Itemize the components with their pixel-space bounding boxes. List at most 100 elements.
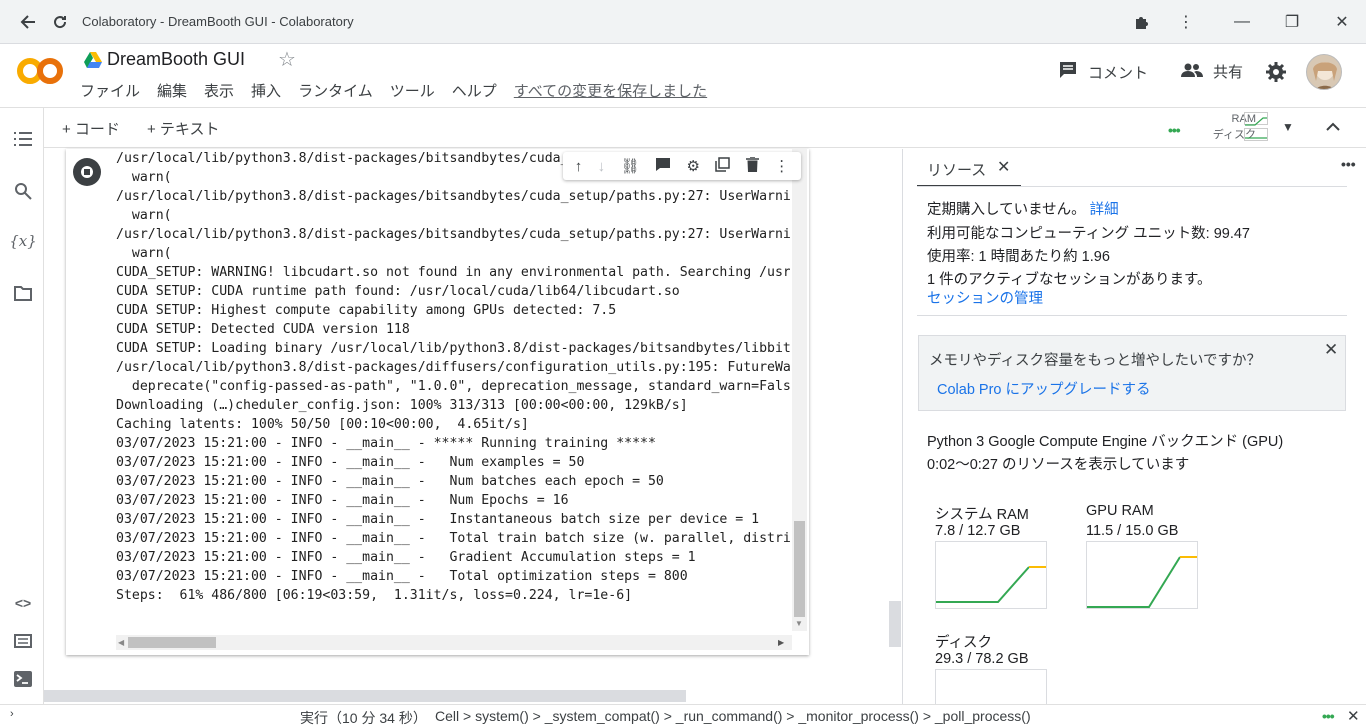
menu-edit[interactable]: 編集 — [157, 80, 187, 101]
subscription-status: 定期購入していません。 詳細 — [927, 198, 1119, 219]
output-line: Caching latents: 100% 50/50 [00:10<00:00… — [116, 417, 529, 432]
gpu-ram-label: GPU RAM — [1086, 503, 1154, 519]
time-range-info: 0:02〜0:27 のリソースを表示しています — [927, 457, 1190, 473]
output-line: 03/07/2023 15:21:00 - INFO - __main__ - … — [116, 550, 696, 565]
output-line: warn( — [116, 208, 172, 223]
notebook-title[interactable]: DreamBooth GUI — [107, 49, 245, 70]
close-tab-icon[interactable]: ✕ — [997, 157, 1010, 177]
avatar[interactable] — [1306, 54, 1342, 90]
close-window-icon[interactable]: ✕ — [1328, 8, 1356, 36]
menu-bar: ファイル 編集 表示 挿入 ランタイム ツール ヘルプ すべての変更を保存しまし… — [80, 80, 724, 101]
active-sessions: 1 件のアクティブなセッションがあります。 — [927, 272, 1212, 288]
notebook-horizontal-scroll-thumb[interactable] — [44, 690, 686, 702]
notebook-area: /usr/local/lib/python3.8/dist-packages/b… — [44, 149, 902, 704]
upgrade-banner: メモリやディスク容量をもっと増やしたいですか？ Colab Pro にアップグレ… — [918, 335, 1346, 411]
search-icon[interactable] — [12, 180, 34, 202]
call-trace: Cell > system() > _system_compat() > _ru… — [435, 708, 1031, 724]
add-code-button[interactable]: + コード — [62, 118, 120, 139]
disk-chart — [935, 669, 1047, 709]
notebook-vertical-scroll-thumb[interactable] — [889, 601, 901, 647]
star-icon[interactable]: ☆ — [278, 47, 296, 72]
window-titlebar: Colaboratory - DreamBooth GUI - Colabora… — [0, 0, 1366, 44]
delete-icon[interactable] — [745, 155, 759, 176]
reload-icon[interactable] — [46, 8, 74, 36]
restore-icon[interactable]: ❐ — [1278, 8, 1306, 36]
toc-icon[interactable] — [12, 128, 34, 150]
settings-icon[interactable] — [1266, 62, 1286, 87]
command-palette-icon[interactable] — [12, 630, 34, 652]
move-down-icon[interactable]: ↓ — [598, 158, 606, 175]
system-ram-chart — [935, 541, 1047, 609]
terminal-icon[interactable] — [12, 668, 34, 690]
comment-button[interactable]: コメント — [1058, 61, 1148, 83]
scroll-right-arrow-icon[interactable]: ▶ — [778, 638, 784, 647]
back-arrow-icon[interactable] — [14, 8, 42, 36]
output-line: Steps: 61% 486/800 [06:19<03:59, 1.31it/… — [116, 588, 633, 603]
cell-output[interactable]: /usr/local/lib/python3.8/dist-packages/b… — [116, 149, 790, 631]
add-text-button[interactable]: + テキスト — [147, 118, 219, 139]
details-link[interactable]: 詳細 — [1090, 202, 1119, 218]
collapse-header-icon[interactable] — [1325, 116, 1341, 137]
cell-settings-icon[interactable]: ⚙ — [687, 157, 700, 175]
menu-runtime[interactable]: ランタイム — [298, 80, 373, 101]
move-up-icon[interactable]: ↑ — [575, 158, 583, 175]
share-button[interactable]: 共有 — [1181, 61, 1243, 82]
output-horizontal-scrollbar[interactable]: ◀ ▶ — [116, 635, 792, 650]
window-title: Colaboratory - DreamBooth GUI - Colabora… — [82, 14, 354, 29]
resource-dropdown-icon[interactable]: ▼ — [1282, 120, 1294, 134]
menu-insert[interactable]: 挿入 — [251, 80, 281, 101]
usage-rate: 使用率: 1 時間あたり約 1.96 — [927, 249, 1110, 265]
google-drive-icon — [84, 52, 102, 73]
status-bar: › 実行（10 分 34 秒） Cell > system() > _syste… — [0, 704, 1366, 728]
manage-sessions-link[interactable]: セッションの管理 — [927, 287, 1043, 308]
output-line: CUDA SETUP: CUDA runtime path found: /us… — [116, 284, 680, 299]
save-status[interactable]: すべての変更を保存しました — [514, 80, 707, 101]
code-snippets-icon[interactable]: <> — [12, 592, 34, 614]
files-icon[interactable] — [12, 282, 34, 304]
horizontal-scroll-thumb[interactable] — [128, 637, 216, 648]
tab-resources[interactable]: リソース ✕ — [917, 149, 1021, 187]
link-icon[interactable]: ⛓ — [621, 157, 640, 175]
minimize-icon[interactable]: — — [1228, 8, 1256, 36]
scroll-left-arrow-icon[interactable]: ◀ — [118, 638, 124, 647]
status-running-icon: ••• — [1322, 708, 1335, 724]
more-cell-actions-icon[interactable]: ⋮ — [774, 157, 789, 175]
menu-file[interactable]: ファイル — [80, 80, 140, 101]
output-line: 03/07/2023 15:21:00 - INFO - __main__ - … — [116, 569, 688, 584]
output-line: CUDA_SETUP: WARNING! libcudart.so not fo… — [116, 265, 790, 280]
output-vertical-scrollbar[interactable]: ▼ — [792, 149, 807, 631]
menu-tools[interactable]: ツール — [390, 80, 435, 101]
menu-view[interactable]: 表示 — [204, 80, 234, 101]
scroll-down-arrow-icon[interactable]: ▼ — [795, 619, 803, 628]
more-vert-icon[interactable]: ⋮ — [1172, 8, 1200, 36]
close-status-icon[interactable]: ✕ — [1347, 707, 1360, 725]
vertical-scroll-thumb[interactable] — [794, 521, 805, 617]
comment-label: コメント — [1088, 64, 1149, 82]
status-expand-icon[interactable]: › — [10, 708, 14, 720]
cell-toolbar: ↑ ↓ ⛓ ⚙ ⋮ — [563, 152, 801, 180]
output-line: warn( — [116, 246, 172, 261]
tab-divider — [917, 186, 1347, 187]
menu-help[interactable]: ヘルプ — [452, 80, 497, 101]
tab-resources-label: リソース — [927, 162, 987, 179]
runtime-status-icon[interactable]: ••• — [1168, 122, 1181, 138]
variables-icon[interactable]: {x} — [9, 230, 37, 252]
resources-panel: リソース ✕ ••• 定期購入していません。 詳細 利用可能なコンピューティング… — [902, 149, 1366, 709]
code-cell[interactable]: /usr/local/lib/python3.8/dist-packages/b… — [66, 149, 809, 655]
output-line: Downloading (…)cheduler_config.json: 100… — [116, 398, 688, 413]
backend-info: Python 3 Google Compute Engine バックエンド (G… — [927, 434, 1284, 450]
close-banner-icon[interactable]: ✕ — [1324, 340, 1338, 360]
mirror-cell-icon[interactable] — [715, 156, 731, 176]
upgrade-link[interactable]: Colab Pro にアップグレードする — [937, 378, 1151, 399]
extensions-icon[interactable] — [1128, 8, 1156, 36]
comment-cell-icon[interactable] — [655, 157, 671, 176]
panel-more-icon[interactable]: ••• — [1341, 156, 1356, 172]
disk-sparkline — [1244, 128, 1268, 141]
colab-logo[interactable] — [16, 56, 64, 86]
output-line: 03/07/2023 15:21:00 - INFO - __main__ - … — [116, 531, 790, 546]
output-line: CUDA SETUP: Highest compute capability a… — [116, 303, 617, 318]
upgrade-question: メモリやディスク容量をもっと増やしたいですか？ — [929, 353, 1262, 369]
output-line: 03/07/2023 15:21:00 - INFO - __main__ - … — [116, 493, 569, 508]
stop-execution-icon[interactable] — [73, 158, 101, 186]
gpu-ram-chart — [1086, 541, 1198, 609]
